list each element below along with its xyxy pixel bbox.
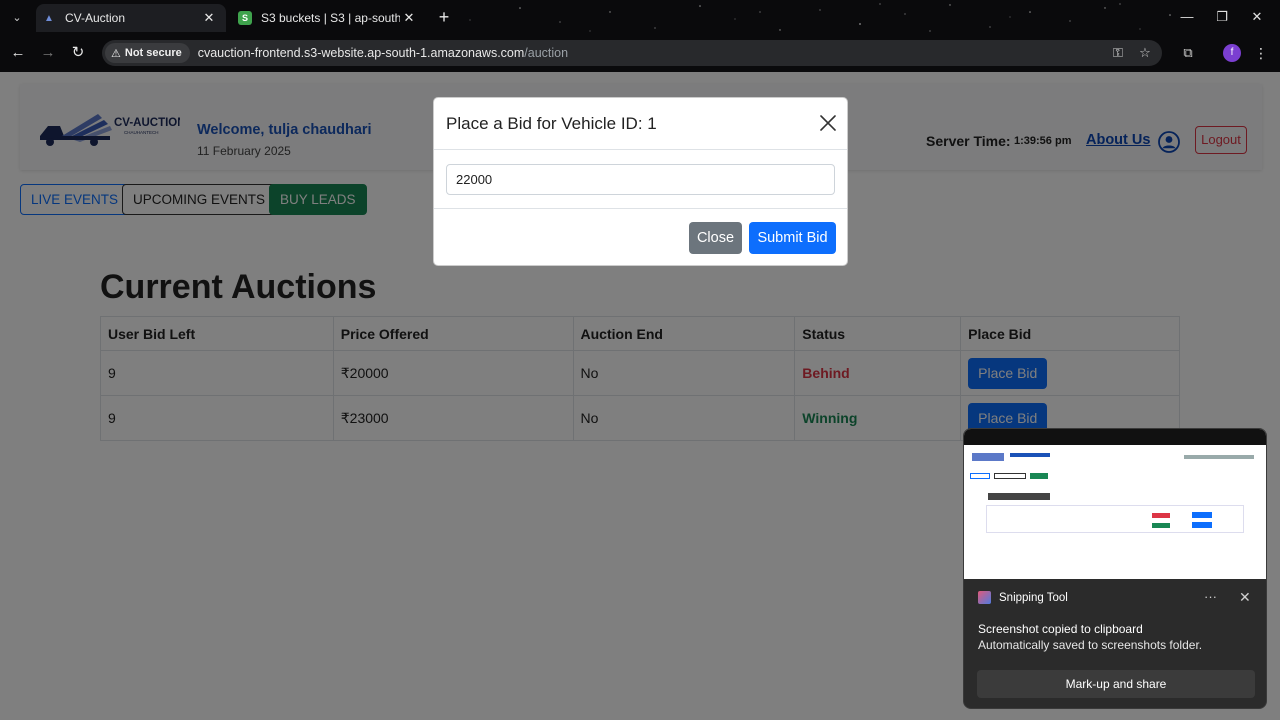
close-icon[interactable] — [818, 113, 838, 133]
preview-bid-button — [1192, 522, 1212, 528]
toast-body: Automatically saved to screenshots folde… — [978, 638, 1203, 652]
preview-upcoming-button — [994, 473, 1026, 479]
toast-app-name: Snipping Tool — [999, 591, 1068, 604]
reload-icon[interactable]: ↻ — [68, 43, 88, 63]
tab-cv-auction[interactable]: ▲ CV-Auction ✕ — [36, 4, 226, 32]
close-tab-icon[interactable]: ✕ — [200, 10, 218, 26]
s3-favicon-icon: S — [238, 11, 252, 25]
place-bid-modal: Place a Bid for Vehicle ID: 1 Close Subm… — [433, 97, 848, 266]
preview-title — [988, 493, 1050, 500]
close-button[interactable]: Close — [689, 222, 742, 254]
modal-header: Place a Bid for Vehicle ID: 1 — [434, 98, 847, 150]
security-chip-label: Not secure — [124, 47, 182, 59]
browser-chrome: ⌄ ▲ CV-Auction ✕ S S3 buckets | S3 | ap-… — [0, 0, 1280, 72]
restore-icon[interactable]: ❐ — [1207, 6, 1237, 28]
close-tab-icon[interactable]: ✕ — [400, 10, 418, 26]
new-tab-icon[interactable]: + — [434, 7, 454, 27]
bookmark-star-icon[interactable]: ☆ — [1137, 45, 1153, 61]
snipping-tool-icon — [978, 591, 991, 604]
profile-avatar[interactable]: f — [1223, 44, 1241, 62]
preview-header-right — [1184, 455, 1254, 459]
preview-welcome — [1010, 453, 1050, 457]
window-close-icon[interactable]: ✕ — [1242, 6, 1272, 28]
toast-app-header: Snipping Tool — [978, 591, 1068, 604]
preview-behind — [1152, 513, 1170, 518]
address-bar[interactable]: ⚠ Not secure cvauction-frontend.s3-websi… — [102, 40, 1162, 66]
preview-leads-button — [1030, 473, 1048, 479]
tab-title: S3 buckets | S3 | ap-south-1 — [261, 11, 400, 25]
submit-bid-button[interactable]: Submit Bid — [749, 222, 836, 254]
url-text: cvauction-frontend.s3-website.ap-south-1… — [198, 46, 568, 60]
preview-winning — [1152, 523, 1170, 528]
tab-strip: ⌄ ▲ CV-Auction ✕ S S3 buckets | S3 | ap-… — [0, 0, 1280, 34]
bid-amount-input[interactable] — [446, 164, 835, 195]
preview-table — [986, 505, 1244, 533]
toast-title: Screenshot copied to clipboard — [978, 622, 1143, 636]
minimize-icon[interactable]: — — [1172, 6, 1202, 28]
extensions-icon[interactable]: ⧉ — [1180, 45, 1196, 61]
url-path: /auction — [524, 46, 569, 60]
password-key-icon[interactable]: ⚿ — [1110, 45, 1126, 61]
preview-chrome — [964, 429, 1266, 445]
tab-s3-buckets[interactable]: S S3 buckets | S3 | ap-south-1 ✕ — [232, 4, 426, 32]
modal-title: Place a Bid for Vehicle ID: 1 — [446, 114, 657, 133]
markup-and-share-button[interactable]: Mark-up and share — [977, 670, 1255, 698]
browser-menu-icon[interactable]: ⋮ — [1254, 44, 1268, 62]
tab-title: CV-Auction — [65, 11, 126, 25]
screenshot-preview[interactable] — [964, 429, 1266, 579]
url-host: cvauction-frontend.s3-website.ap-south-1… — [197, 46, 525, 60]
toast-close-icon[interactable]: ✕ — [1239, 589, 1251, 606]
snipping-tool-notification[interactable]: Snipping Tool ··· ✕ Screenshot copied to… — [963, 428, 1267, 709]
preview-logo — [972, 453, 1004, 461]
warning-icon: ⚠ — [111, 47, 121, 60]
forward-icon[interactable]: → — [38, 43, 58, 63]
preview-live-button — [970, 473, 990, 479]
car-favicon-icon: ▲ — [44, 12, 54, 24]
security-chip[interactable]: ⚠ Not secure — [105, 43, 190, 63]
preview-bid-button — [1192, 512, 1212, 518]
tab-search-chevron-icon[interactable]: ⌄ — [8, 9, 26, 27]
modal-footer: Close Submit Bid — [434, 208, 847, 266]
back-icon[interactable]: ← — [8, 43, 28, 63]
more-options-icon[interactable]: ··· — [1204, 589, 1217, 604]
